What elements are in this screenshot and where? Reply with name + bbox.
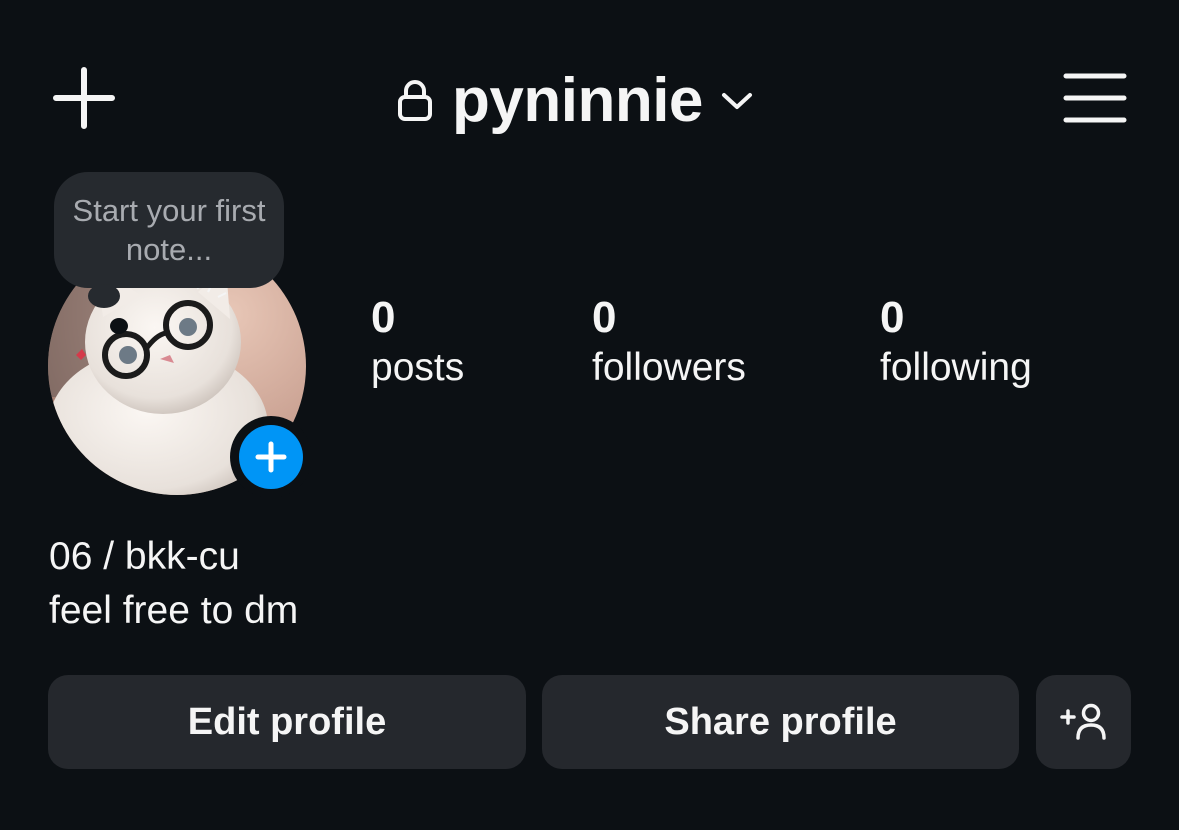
followers-label: followers <box>592 346 746 389</box>
share-profile-button[interactable]: Share profile <box>542 675 1019 769</box>
new-post-button[interactable] <box>50 66 118 130</box>
note-bubble-tail <box>88 284 120 308</box>
bio: 06 / bkk-cu feel free to dm <box>49 530 298 638</box>
plus-icon <box>255 441 287 473</box>
share-profile-label: Share profile <box>664 700 897 743</box>
account-switcher[interactable]: pyninnie <box>396 66 753 136</box>
note-placeholder: Start your first note... <box>72 193 266 267</box>
lock-icon <box>398 80 432 121</box>
discover-people-button[interactable] <box>1036 675 1131 769</box>
bio-line-1: 06 / bkk-cu <box>49 535 240 578</box>
following-count: 0 <box>880 293 905 342</box>
following-label: following <box>880 346 1032 389</box>
stat-following[interactable]: 0 following <box>880 292 1032 392</box>
edit-profile-label: Edit profile <box>187 700 387 743</box>
username-title: pyninnie <box>452 66 703 135</box>
hamburger-menu-icon <box>1063 73 1127 123</box>
bio-line-2: feel free to dm <box>49 589 299 632</box>
stat-posts[interactable]: 0 posts <box>371 292 464 392</box>
add-story-button[interactable] <box>230 416 312 498</box>
note-bubble[interactable]: Start your first note... <box>54 172 284 288</box>
note-bubble-tail-small <box>110 318 128 334</box>
stat-followers[interactable]: 0 followers <box>592 292 746 392</box>
menu-button[interactable] <box>1060 70 1130 126</box>
edit-profile-button[interactable]: Edit profile <box>48 675 526 769</box>
followers-count: 0 <box>592 293 617 342</box>
posts-label: posts <box>371 346 465 389</box>
add-story-badge <box>239 425 303 489</box>
posts-count: 0 <box>371 293 396 342</box>
plus-icon <box>53 67 115 129</box>
chevron-down-icon <box>721 93 752 109</box>
add-person-icon <box>1059 703 1106 740</box>
